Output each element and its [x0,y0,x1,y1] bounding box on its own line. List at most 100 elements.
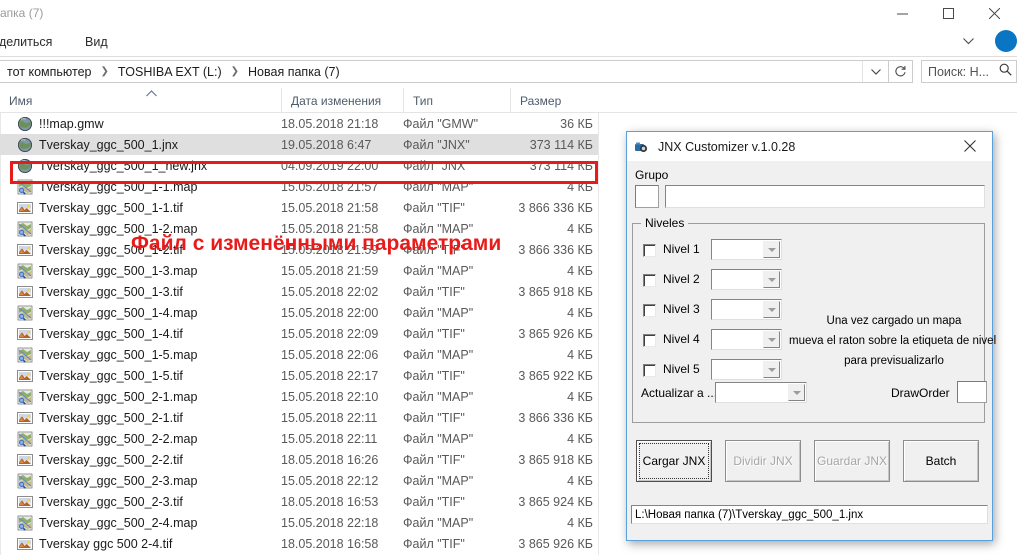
file-row[interactable]: Tverskay_ggc_500_2-3.map 15.05.2018 22:12… [0,470,598,491]
file-row[interactable]: Tverskay_ggc_500_2-2.tif 18.05.2018 16:26… [0,449,598,470]
column-header-name[interactable]: Имя [0,88,281,113]
cargar-jnx-button[interactable]: Cargar JNX [636,440,712,482]
chevron-down-icon[interactable] [788,384,805,401]
actualizar-select[interactable] [715,382,807,403]
chevron-down-icon[interactable] [763,271,780,288]
address-dropdown-icon[interactable] [862,61,888,82]
explorer-title-bar: апка (7) [0,0,1017,27]
search-icon [999,63,1012,81]
nivel-1-select[interactable] [711,239,782,260]
grupo-id-input[interactable] [635,185,659,208]
nivel-4-label: Nivel 4 [663,332,700,346]
dialog-title: JNX Customizer v.1.0.28 [658,139,796,154]
file-size-cell: 4 КБ [567,389,593,404]
image-icon [17,410,33,426]
file-name-cell: Tverskay_ggc_500_2-1.tif [39,410,183,425]
file-row[interactable]: !!!map.gmw 18.05.2018 21:18 Файл "GMW" 36 К… [0,113,598,134]
image-icon [17,326,33,342]
nivel-4-select[interactable] [711,329,782,350]
ribbon-tab-view[interactable]: Вид [78,27,115,56]
file-row[interactable]: Tverskay_ggc_500_1-3.tif 15.05.2018 22:02… [0,281,598,302]
grupo-name-input[interactable] [665,185,985,208]
dialog-body: Grupo Niveles Nivel 1 Nivel 2 Nivel 3 Ni… [627,161,996,540]
column-header-row: Имя Дата изменения Тип Размер [0,88,1017,113]
file-date-cell: 19.05.2018 6:47 [281,137,372,152]
app-icon [634,139,650,155]
chevron-down-icon[interactable] [763,241,780,258]
file-name-cell: !!!map.gmw [39,116,104,131]
file-size-cell: 4 КБ [567,347,593,362]
file-row[interactable]: Tverskay_ggc_500_1-5.map 15.05.2018 22:06… [0,344,598,365]
image-icon [17,284,33,300]
guardar-jnx-button[interactable]: Guardar JNX [814,440,890,482]
file-row[interactable]: Tverskay ggc 500 2-4.tif 18.05.2018 16:58… [0,533,598,554]
column-header-type[interactable]: Тип [403,88,510,113]
file-name-cell: Tverskay_ggc_500_2-3.tif [39,494,183,509]
batch-button[interactable]: Batch [903,440,979,482]
nivel-2-checkbox[interactable] [643,274,656,287]
nivel-4-checkbox[interactable] [643,334,656,347]
globe-icon [17,158,33,174]
file-row[interactable]: Tverskay_ggc_500_2-1.map 15.05.2018 22:10… [0,386,598,407]
search-input[interactable]: Поиск: Н... [921,60,1017,83]
nivel-2-select[interactable] [711,269,782,290]
draworder-input[interactable] [957,381,987,403]
file-row[interactable]: Tverskay_ggc_500_1_new.jnx 04.09.2019 22:… [0,155,598,176]
file-size-cell: 3 866 336 КБ [518,410,593,425]
nivel-3-select[interactable] [711,299,782,320]
file-date-cell: 18.05.2018 16:58 [281,536,379,551]
file-row[interactable]: Tverskay_ggc_500_1-1.map 15.05.2018 21:57… [0,176,598,197]
chevron-down-icon[interactable] [957,30,979,52]
preview-hint-line-1: Una vez cargado un mapa [826,315,962,327]
column-header-date[interactable]: Дата изменения [281,88,403,113]
maximize-button[interactable] [925,0,971,27]
file-row[interactable]: Tverskay_ggc_500_1-4.tif 15.05.2018 22:09… [0,323,598,344]
file-row[interactable]: Tverskay_ggc_500_1-4.map 15.05.2018 22:00… [0,302,598,323]
breadcrumb-separator-icon: ❯ [100,66,109,77]
minimize-button[interactable] [879,0,925,27]
file-date-cell: 15.05.2018 22:12 [281,473,379,488]
breadcrumb-item-folder[interactable]: Новая папка (7) [246,65,342,79]
file-row[interactable]: Tverskay_ggc_500_2-3.tif 18.05.2018 16:53… [0,491,598,512]
nivel-3-checkbox[interactable] [643,304,656,317]
preview-hint-line-3: para previsualizarlo [844,355,944,367]
dividir-jnx-button[interactable]: Dividir JNX [725,440,801,482]
chevron-down-icon[interactable] [763,361,780,378]
file-row[interactable]: Tverskay_ggc_500_2-1.tif 15.05.2018 22:11… [0,407,598,428]
breadcrumb-item-computer[interactable]: тот компьютер [5,65,94,79]
file-size-cell: 4 КБ [567,473,593,488]
file-name-cell: Tverskay_ggc_500_1_new.jnx [39,158,208,173]
nivel-5-select[interactable] [711,359,782,380]
file-size-cell: 4 КБ [567,431,593,446]
image-icon [17,368,33,384]
file-size-cell: 3 865 918 КБ [518,452,593,467]
help-icon[interactable] [991,30,1017,52]
map-icon [17,473,33,489]
file-size-cell: 3 865 926 КБ [518,536,593,551]
column-header-size[interactable]: Размер [510,88,598,113]
file-date-cell: 15.05.2018 21:58 [281,200,379,215]
file-name-cell: Tverskay_ggc_500_1-3.tif [39,284,183,299]
dialog-title-bar[interactable]: JNX Customizer v.1.0.28 [627,132,992,161]
file-row[interactable]: Tverskay_ggc_500_1-5.tif 15.05.2018 22:17… [0,365,598,386]
ribbon-tab-share[interactable]: делиться [0,27,59,56]
file-row[interactable]: Tverskay_ggc_500_2-4.map 15.05.2018 22:18… [0,512,598,533]
close-button[interactable] [971,0,1017,27]
refresh-icon[interactable] [889,60,913,83]
file-row[interactable]: Tverskay_ggc_500_2-2.map 15.05.2018 22:11… [0,428,598,449]
chevron-down-icon[interactable] [763,301,780,318]
file-size-cell: 373 114 КБ [529,137,593,152]
file-row[interactable]: Tverskay_ggc_500_1.jnx 19.05.2018 6:47 Фай… [0,134,598,155]
file-row[interactable]: Tverskay_ggc_500_1-3.map 15.05.2018 21:59… [0,260,598,281]
nivel-1-checkbox[interactable] [643,244,656,257]
image-icon [17,452,33,468]
file-row[interactable]: Tverskay_ggc_500_1-1.tif 15.05.2018 21:58… [0,197,598,218]
file-size-cell: 3 865 926 КБ [518,326,593,341]
breadcrumb-item-drive[interactable]: TOSHIBA EXT (L:) [116,65,224,79]
breadcrumb[interactable]: тот компьютер ❯ TOSHIBA EXT (L:) ❯ Новая… [0,60,889,83]
map-icon [17,263,33,279]
dialog-close-button[interactable] [948,132,992,160]
nivel-5-checkbox[interactable] [643,364,656,377]
file-name-cell: Tverskay ggc 500 2-4.tif [39,536,173,551]
chevron-down-icon[interactable] [763,331,780,348]
